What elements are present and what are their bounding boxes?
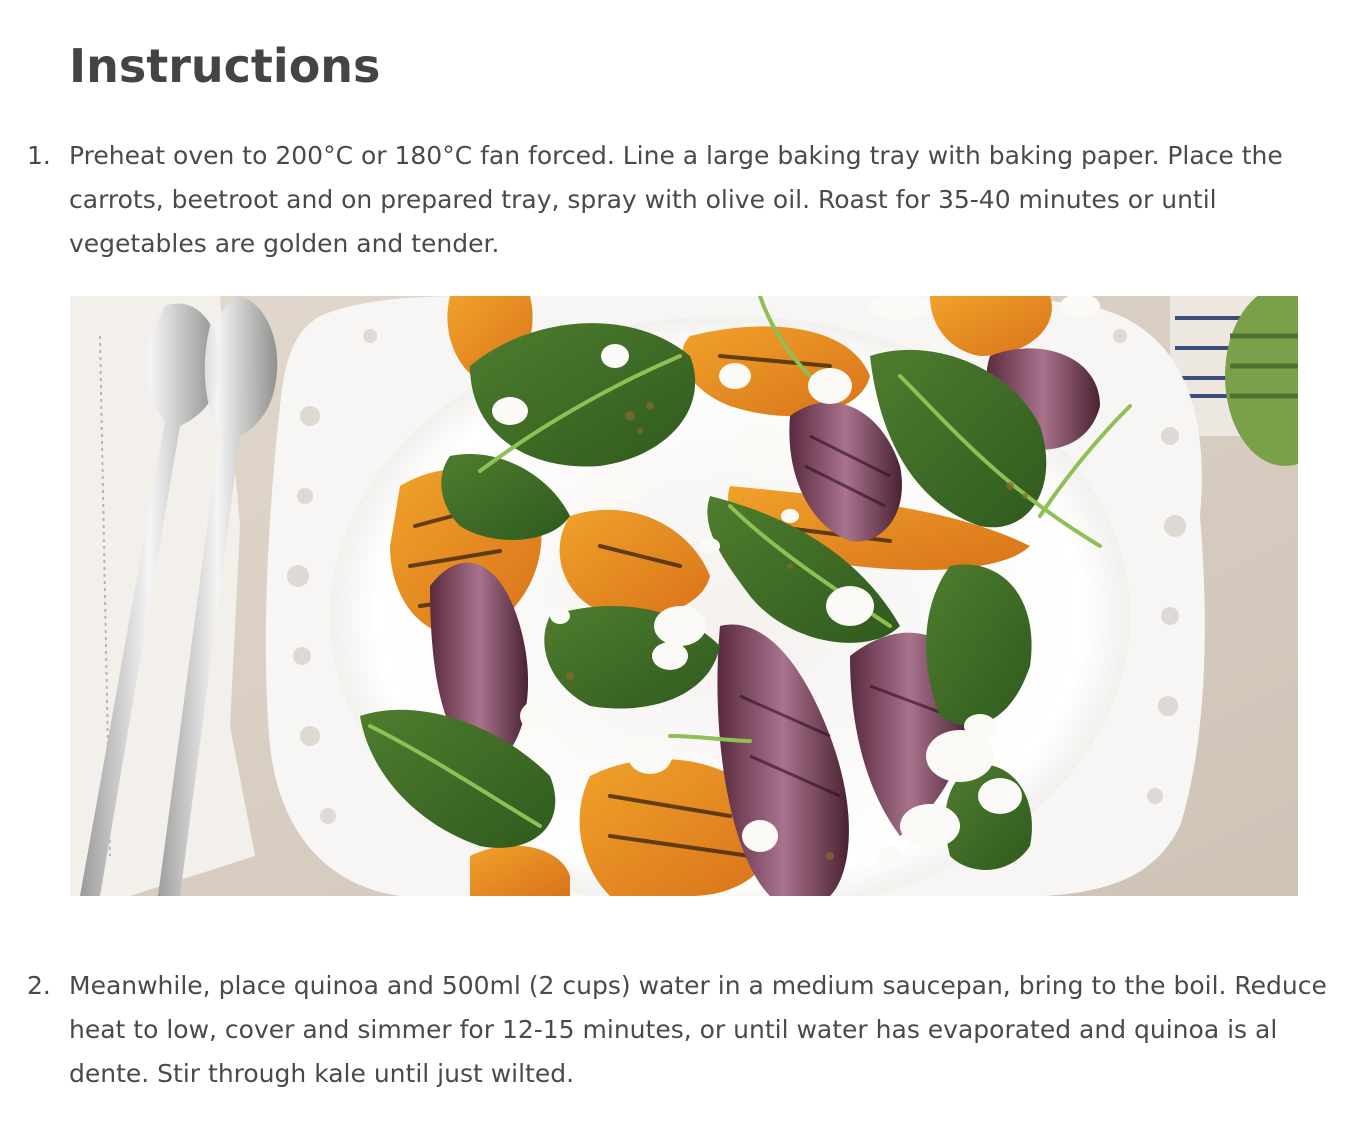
step-number: 1. xyxy=(27,141,51,170)
recipe-instructions-section: Instructions 1. Preheat oven to 200°C or… xyxy=(0,0,1362,1128)
salad-photo xyxy=(70,296,1298,896)
section-heading: Instructions xyxy=(69,39,381,93)
step-text: Preheat oven to 200°C or 180°C fan force… xyxy=(69,141,1283,258)
step-number: 2. xyxy=(27,971,51,1000)
step-text: Meanwhile, place quinoa and 500ml (2 cup… xyxy=(69,971,1327,1088)
